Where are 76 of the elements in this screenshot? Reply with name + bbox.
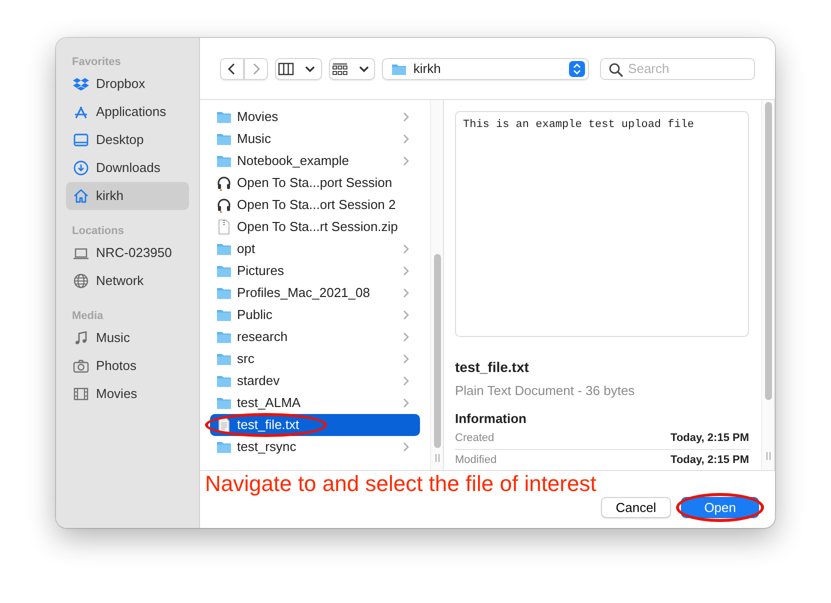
zip-file-icon	[216, 219, 232, 235]
file-description: Plain Text Document - 36 bytes	[455, 382, 636, 400]
folder-icon	[216, 373, 232, 389]
sidebar-heading: Media	[71, 309, 104, 323]
sidebar-heading: Favorites	[71, 55, 122, 69]
file-row[interactable]: Open To Sta...port Session	[210, 172, 420, 194]
text-file-icon	[216, 417, 232, 433]
back-button[interactable]	[220, 58, 244, 80]
file-row[interactable]: opt	[210, 238, 420, 260]
monitor-icon	[73, 132, 89, 148]
music-note-icon	[73, 330, 89, 346]
info-heading: Information	[455, 410, 528, 428]
grid-icon	[332, 60, 348, 76]
file-row[interactable]: Pictures	[210, 260, 420, 282]
file-row[interactable]: Music	[210, 128, 420, 150]
info-label: Modified	[455, 453, 497, 468]
search-icon	[608, 62, 624, 78]
sidebar-item[interactable]: kirkh	[66, 182, 189, 210]
folder-icon	[216, 439, 232, 455]
view-mode-button[interactable]	[275, 58, 322, 80]
sidebar-item[interactable]: Applications	[66, 98, 189, 126]
file-preview: This is an example test upload file	[455, 111, 749, 337]
sidebar-item[interactable]: Movies	[66, 380, 189, 408]
search-field[interactable]: Search	[600, 58, 755, 80]
info-label: Created	[455, 431, 494, 446]
sidebar-item[interactable]: NRC-023950	[66, 239, 189, 267]
file-name: test_file.txt	[455, 358, 530, 377]
file-row[interactable]: Open To Sta...rt Session.zip	[210, 216, 420, 238]
sidebar-item[interactable]: Desktop	[66, 126, 189, 154]
sidebar-item[interactable]: Downloads	[66, 154, 189, 182]
box-stack-icon	[73, 76, 89, 92]
sidebar-item[interactable]: Photos	[66, 352, 189, 380]
folder-icon	[216, 285, 232, 301]
compass-a-icon	[73, 104, 89, 120]
info-value: Today, 2:15 PM	[670, 431, 749, 446]
film-strip-icon	[73, 386, 89, 402]
globe-icon	[73, 273, 89, 289]
download-icon	[73, 160, 89, 176]
home-icon	[73, 188, 89, 204]
folder-icon	[216, 329, 232, 345]
folder-icon	[216, 307, 232, 323]
sidebar-heading: Locations	[71, 224, 125, 238]
file-row[interactable]: research	[210, 326, 420, 348]
file-row[interactable]: stardev	[210, 370, 420, 392]
file-row[interactable]: src	[210, 348, 420, 370]
file-row[interactable]: Public	[210, 304, 420, 326]
folder-icon	[216, 131, 232, 147]
folder-icon	[216, 263, 232, 279]
columns-icon	[278, 60, 294, 76]
scrollbar-thumb[interactable]	[434, 254, 440, 448]
sidebar-item[interactable]: Dropbox	[66, 70, 189, 98]
folder-icon	[216, 395, 232, 411]
stepper-icon[interactable]	[569, 60, 586, 76]
folder-icon	[216, 241, 232, 257]
group-button[interactable]	[328, 58, 376, 80]
file-row[interactable]: Notebook_example	[210, 150, 420, 172]
headphones-icon	[216, 175, 232, 191]
camera-icon	[73, 358, 89, 374]
sidebar-item[interactable]: Network	[66, 267, 189, 295]
file-row[interactable]: Profiles_Mac_2021_08	[210, 282, 420, 304]
info-value: Today, 2:15 PM	[670, 453, 749, 468]
scrollbar-thumb[interactable]	[764, 102, 772, 400]
folder-icon	[216, 153, 232, 169]
location-popup[interactable]: kirkh	[382, 58, 590, 80]
file-row[interactable]: Open To Sta...ort Session 2	[210, 194, 420, 216]
headphones-icon	[216, 197, 232, 213]
sidebar-item[interactable]: Music	[66, 324, 189, 352]
resize-handle-icon[interactable]	[434, 454, 440, 462]
annotation-text: Navigate to and select the file of interest	[205, 471, 598, 497]
cancel-button[interactable]: Cancel	[600, 497, 672, 518]
resize-handle-icon[interactable]	[766, 452, 770, 460]
file-row[interactable]: test_ALMA	[210, 392, 420, 414]
file-row[interactable]: test_rsync	[210, 436, 420, 458]
folder-icon	[216, 351, 232, 367]
file-row[interactable]: Movies	[210, 106, 420, 128]
folder-icon	[216, 109, 232, 125]
